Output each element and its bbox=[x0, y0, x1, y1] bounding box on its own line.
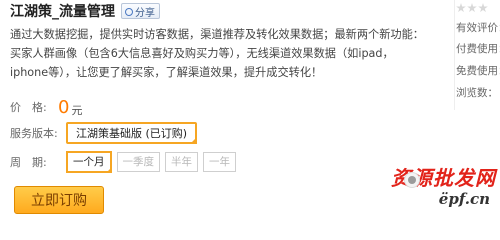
page-title: 江湖策_流量管理 bbox=[10, 4, 115, 20]
share-button-label: 分享 bbox=[135, 7, 155, 19]
buy-now-button[interactable]: 立即订购 bbox=[14, 186, 104, 214]
period-options: 一个月 一季度 半年 一年 bbox=[66, 150, 236, 173]
sidebar-item-rating: 有效评价： bbox=[456, 22, 500, 34]
period-option-one-quarter[interactable]: 一季度 bbox=[116, 151, 160, 172]
period-option-half-year[interactable]: 半年 bbox=[165, 151, 198, 172]
star-icon bbox=[467, 3, 477, 13]
rating-stars bbox=[456, 3, 488, 13]
price-row: 价 格: 0 元 bbox=[10, 94, 82, 120]
period-option-one-month[interactable]: 一个月 bbox=[66, 150, 112, 173]
version-row: 服务版本: 江湖策基础版 (已订购) bbox=[10, 121, 198, 145]
sidebar-item-free: 免费使用： bbox=[456, 65, 500, 77]
period-label: 周 期: bbox=[10, 156, 47, 169]
period-row: 周 期: 一个月 一季度 半年 一年 bbox=[10, 150, 236, 174]
watermark-domain: ëpf.cn bbox=[438, 190, 490, 208]
share-button[interactable]: 分享 bbox=[121, 3, 160, 19]
watermark-logo: 资源批发网 ëpf.cn bbox=[350, 158, 500, 220]
description: 通过大数据挖掘，提供实时访客数据，渠道推荐及转化效果数据；最新两个新功能：买家人… bbox=[10, 28, 424, 79]
share-icon bbox=[125, 7, 133, 16]
title-row: 江湖策_流量管理 分享 bbox=[10, 0, 160, 22]
price-value: 0 bbox=[58, 96, 70, 118]
price-unit: 元 bbox=[71, 103, 83, 117]
watermark-badge-icon bbox=[404, 172, 420, 188]
version-option-selected[interactable]: 江湖策基础版 (已订购) bbox=[66, 122, 198, 144]
sidebar-item-paid: 付费使用： bbox=[456, 43, 500, 55]
sidebar-item-views: 浏览数： bbox=[456, 87, 498, 99]
sidebar-stats: 有效评价： 付费使用： 免费使用： 浏览数： bbox=[454, 0, 500, 110]
period-option-one-year[interactable]: 一年 bbox=[203, 151, 236, 172]
price-label: 价 格: bbox=[10, 101, 47, 114]
sidebar-divider bbox=[454, 0, 455, 110]
star-icon bbox=[456, 3, 466, 13]
version-label: 服务版本: bbox=[10, 127, 58, 140]
star-icon bbox=[478, 3, 488, 13]
